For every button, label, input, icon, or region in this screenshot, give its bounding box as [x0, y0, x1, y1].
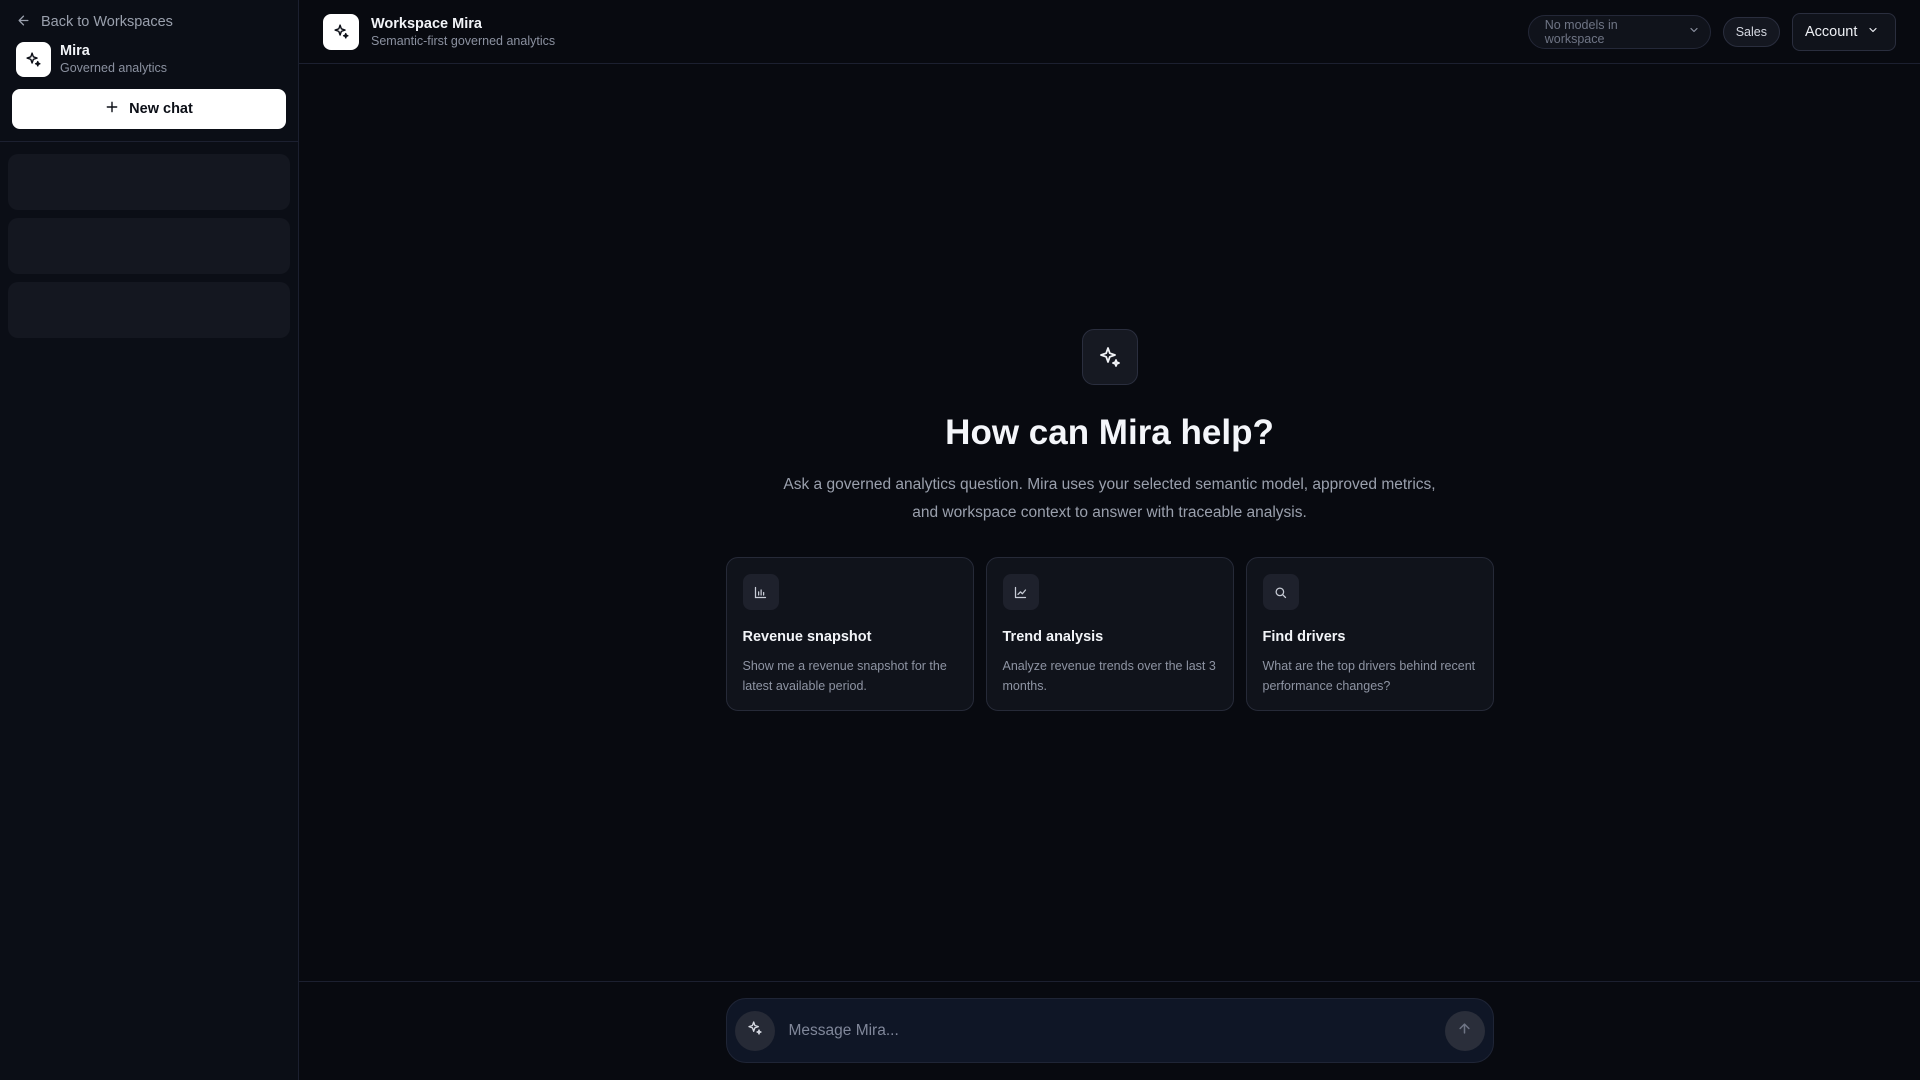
brand-name: Mira — [60, 43, 90, 59]
suggestion-card-find-drivers[interactable]: Find drivers What are the top drivers be… — [1245, 557, 1494, 711]
empty-state: How can Mira help? Ask a governed analyt… — [299, 64, 1920, 981]
main-panel: Workspace Mira Semantic-first governed a… — [299, 0, 1920, 1080]
model-select-value: No models in workspace — [1544, 17, 1618, 46]
arrow-up-icon — [1457, 1021, 1472, 1041]
line-chart-icon — [1002, 574, 1039, 610]
bar-chart-icon — [742, 574, 779, 610]
suggestion-description: Show me a revenue snapshot for the lates… — [742, 659, 947, 693]
suggestion-card-revenue-snapshot[interactable]: Revenue snapshot Show me a revenue snaps… — [725, 557, 974, 711]
suggestion-cards: Revenue snapshot Show me a revenue snaps… — [725, 557, 1494, 711]
hero-title: How can Mira help? — [945, 413, 1274, 452]
sparkles-icon — [16, 42, 51, 77]
search-icon — [1262, 574, 1299, 610]
brand-subtitle: Governed analytics — [60, 61, 168, 75]
suggestion-title: Trend analysis — [1002, 629, 1104, 645]
domain-pill-label: Sales — [1735, 24, 1767, 39]
suggestion-title: Find drivers — [1262, 629, 1346, 645]
message-input[interactable] — [788, 1010, 1445, 1051]
new-chat-label: New chat — [129, 101, 193, 117]
workspace-subtitle: Semantic-first governed analytics — [371, 33, 556, 48]
chevron-down-icon — [1867, 24, 1879, 40]
chat-history-list — [0, 142, 298, 350]
message-composer — [725, 998, 1494, 1063]
arrow-left-icon — [16, 13, 31, 32]
app-root: Back to Workspaces Mira Governed analyti… — [0, 0, 1920, 1080]
composer-bar — [299, 981, 1920, 1080]
model-select[interactable]: No models in workspace — [1527, 14, 1711, 49]
workspace-title: Workspace Mira — [371, 15, 482, 32]
top-bar-actions: No models in workspace Sales Account — [1527, 12, 1896, 51]
chat-history-skeleton — [8, 218, 290, 274]
plus-icon — [105, 100, 119, 118]
suggestion-description: What are the top drivers behind recent p… — [1262, 659, 1476, 693]
brand: Mira Governed analytics — [16, 42, 298, 77]
sparkles-icon — [747, 1020, 763, 1041]
suggestion-description: Analyze revenue trends over the last 3 m… — [1002, 659, 1216, 693]
chat-history-skeleton — [8, 282, 290, 338]
send-button[interactable] — [1444, 1010, 1485, 1051]
account-label: Account — [1805, 23, 1858, 40]
chevron-down-icon — [1688, 24, 1700, 39]
suggestion-title: Revenue snapshot — [742, 629, 872, 645]
sidebar: Back to Workspaces Mira Governed analyti… — [0, 0, 299, 1080]
back-to-workspaces-link[interactable]: Back to Workspaces — [16, 14, 298, 30]
top-bar: Workspace Mira Semantic-first governed a… — [299, 0, 1920, 64]
back-link-label: Back to Workspaces — [41, 14, 173, 30]
domain-pill[interactable]: Sales — [1722, 16, 1780, 47]
assistant-tools-button[interactable] — [734, 1010, 775, 1051]
sparkles-icon — [1081, 329, 1138, 385]
account-menu-button[interactable]: Account — [1792, 12, 1896, 51]
suggestion-card-trend-analysis[interactable]: Trend analysis Analyze revenue trends ov… — [985, 557, 1234, 711]
sparkles-icon — [323, 13, 359, 50]
chat-history-skeleton — [8, 154, 290, 210]
hero-description: Ask a governed analytics question. Mira … — [783, 476, 1436, 521]
new-chat-button[interactable]: New chat — [12, 89, 286, 129]
